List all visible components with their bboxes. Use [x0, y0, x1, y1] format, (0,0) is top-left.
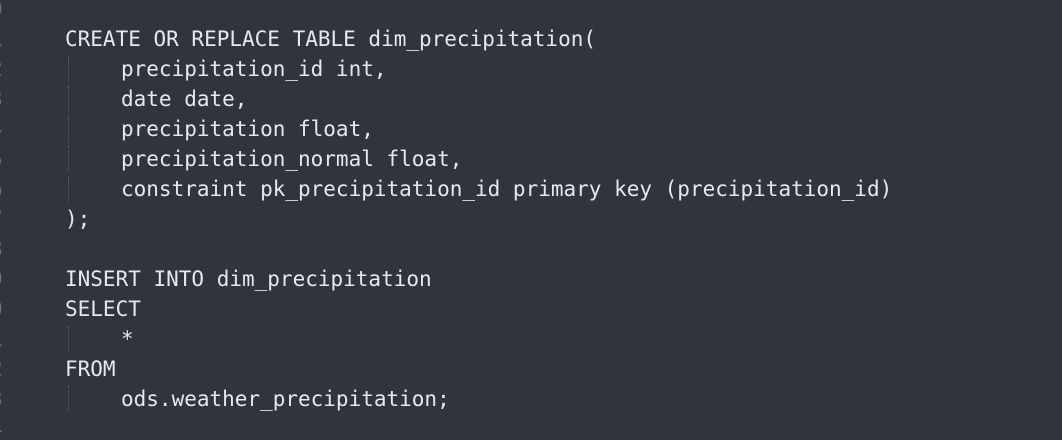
line-number: 3	[0, 84, 20, 114]
code-text: ods.weather_precipitation;	[121, 387, 450, 411]
code-line[interactable]: 2 FROM	[0, 354, 1062, 384]
code-text: INSERT INTO dim_precipitation	[65, 267, 432, 291]
line-number: 1	[0, 24, 20, 54]
line-number: 4	[0, 114, 20, 144]
line-number: 9	[0, 264, 20, 294]
line-number: 1	[0, 324, 20, 354]
line-number: 5	[0, 144, 20, 174]
code-line[interactable]: 0 SELECT	[0, 294, 1062, 324]
indent-guide	[68, 326, 69, 352]
code-text: FROM	[65, 357, 116, 381]
line-number: 2	[0, 354, 20, 384]
code-text: SELECT	[65, 297, 141, 321]
indent-guide	[68, 86, 69, 112]
code-line[interactable]: 1*	[0, 324, 1062, 354]
code-line[interactable]: 6 constraint pk_precipitation_id primary …	[0, 174, 1062, 204]
code-line[interactable]: 3 ods.weather_precipitation;	[0, 384, 1062, 414]
code-text: );	[65, 207, 91, 231]
code-line[interactable]: 7);	[0, 204, 1062, 234]
indent-guide	[68, 386, 69, 412]
line-number: 3	[0, 384, 20, 414]
line-number: 0	[0, 294, 20, 324]
code-line[interactable]: 4 precipitation float,	[0, 114, 1062, 144]
code-text: constraint pk_precipitation_id primary k…	[121, 177, 893, 201]
code-line[interactable]: 0	[0, 0, 1062, 24]
code-line[interactable]: 5 precipitation_normal float,	[0, 144, 1062, 174]
code-line[interactable]: 3 date date,	[0, 84, 1062, 114]
code-line[interactable]: 4	[0, 414, 1062, 440]
line-number: 7	[0, 204, 20, 234]
code-line[interactable]: 8	[0, 234, 1062, 264]
line-number: 6	[0, 174, 20, 204]
code-line[interactable]: 9 INSERT INTO dim_precipitation	[0, 264, 1062, 294]
code-text: precipitation_id int,	[121, 57, 387, 81]
code-line[interactable]: 2 precipitation_id int,	[0, 54, 1062, 84]
code-text: precipitation_normal float,	[121, 147, 463, 171]
code-text: precipitation float,	[121, 117, 374, 141]
indent-guide	[68, 56, 69, 82]
code-text: date date,	[121, 87, 248, 111]
line-number: 2	[0, 54, 20, 84]
code-text: CREATE OR REPLACE TABLE dim_precipitatio…	[65, 27, 597, 51]
line-number: 8	[0, 234, 20, 264]
indent-guide	[68, 116, 69, 142]
code-line[interactable]: 1 CREATE OR REPLACE TABLE dim_precipitati…	[0, 24, 1062, 54]
line-number: 0	[0, 0, 20, 24]
code-text: *	[121, 327, 134, 351]
line-number: 4	[0, 414, 20, 440]
code-editor[interactable]: 01CREATE OR REPLACE TABLE dim_precipitat…	[0, 0, 1062, 440]
indent-guide	[68, 146, 69, 172]
indent-guide	[68, 176, 69, 202]
